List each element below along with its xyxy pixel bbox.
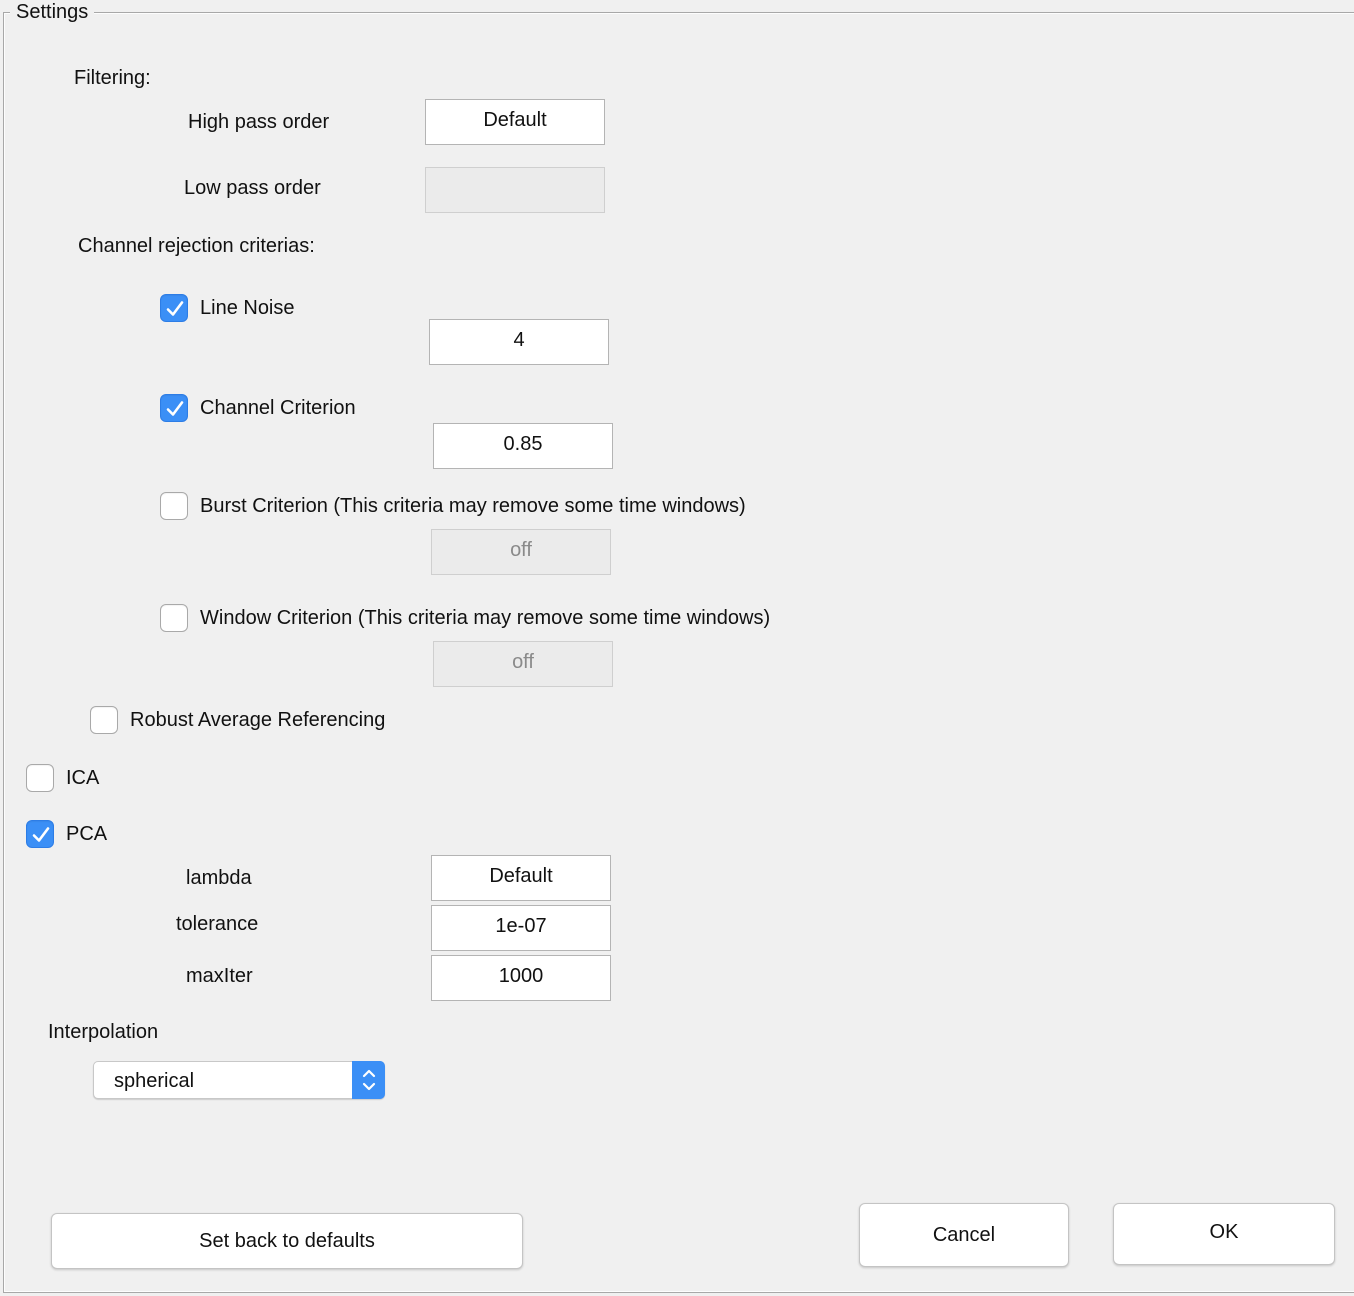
checkmark-icon — [166, 301, 184, 316]
tolerance-label: tolerance — [176, 913, 259, 935]
filtering-heading: Filtering: — [74, 67, 151, 89]
up-down-chevron-icon — [362, 1069, 376, 1091]
robust-average-referencing-label: Robust Average Referencing — [130, 709, 386, 731]
interpolation-select[interactable]: spherical — [93, 1061, 385, 1099]
high-pass-order-input[interactable]: Default — [425, 99, 605, 145]
interpolation-selected-value: spherical — [114, 1070, 195, 1092]
window-criterion-input[interactable]: off — [433, 641, 613, 687]
line-noise-checkbox[interactable] — [160, 294, 188, 322]
ica-checkbox[interactable] — [26, 764, 54, 792]
select-arrows[interactable] — [352, 1061, 385, 1099]
maxiter-label: maxIter — [186, 965, 253, 987]
low-pass-order-label: Low pass order — [184, 177, 321, 199]
set-back-to-defaults-button[interactable]: Set back to defaults — [51, 1213, 523, 1269]
window-criterion-label: Window Criterion (This criteria may remo… — [200, 607, 771, 629]
low-pass-order-input[interactable] — [425, 167, 605, 213]
channel-criterion-input[interactable]: 0.85 — [433, 423, 613, 469]
maxiter-input[interactable]: 1000 — [431, 955, 611, 1001]
settings-panel-title: Settings — [10, 0, 95, 24]
checkmark-icon — [166, 401, 184, 416]
checkmark-icon — [32, 827, 50, 842]
lambda-input[interactable]: Default — [431, 855, 611, 901]
settings-panel-border-highlight — [4, 13, 1354, 1292]
interpolation-label: Interpolation — [48, 1021, 159, 1043]
window-criterion-checkbox[interactable] — [160, 604, 188, 632]
burst-criterion-label: Burst Criterion (This criteria may remov… — [200, 495, 746, 517]
robust-average-referencing-checkbox[interactable] — [90, 706, 118, 734]
burst-criterion-input[interactable]: off — [431, 529, 611, 575]
channel-rejection-heading: Channel rejection criterias: — [78, 235, 315, 257]
lambda-label: lambda — [186, 867, 252, 889]
line-noise-input[interactable]: 4 — [429, 319, 609, 365]
channel-criterion-checkbox[interactable] — [160, 394, 188, 422]
cancel-button[interactable]: Cancel — [859, 1203, 1069, 1267]
channel-criterion-label: Channel Criterion — [200, 397, 356, 419]
pca-checkbox[interactable] — [26, 820, 54, 848]
ok-button[interactable]: OK — [1113, 1203, 1335, 1265]
burst-criterion-checkbox[interactable] — [160, 492, 188, 520]
pca-label: PCA — [66, 823, 108, 845]
ica-label: ICA — [66, 767, 100, 789]
tolerance-input[interactable]: 1e-07 — [431, 905, 611, 951]
line-noise-label: Line Noise — [200, 297, 295, 319]
high-pass-order-label: High pass order — [188, 111, 330, 133]
